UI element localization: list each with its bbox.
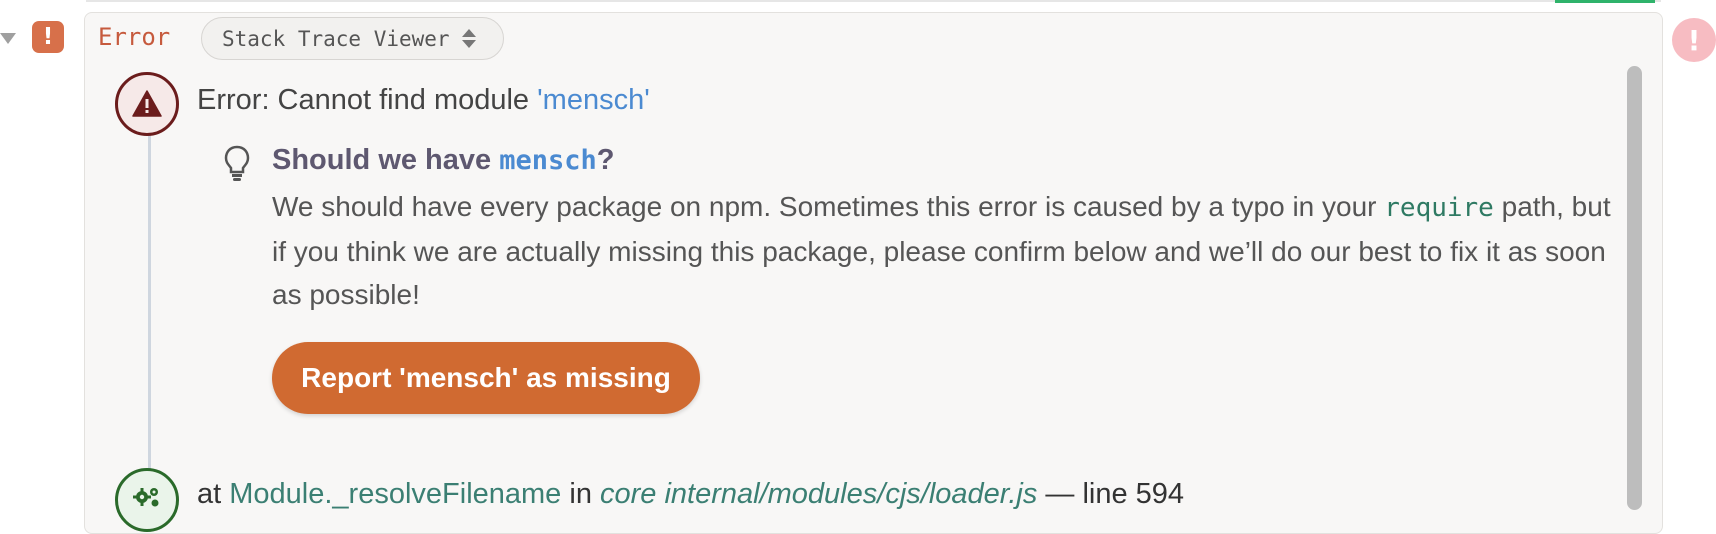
suggestion-title: Should we have mensch? [272, 144, 614, 177]
frame-function-link[interactable]: Module._resolveFilename [229, 478, 561, 510]
frame-line-number: — line 594 [1037, 478, 1185, 510]
frame-file-link[interactable]: core internal/modules/cjs/loader.js [600, 478, 1037, 510]
stack-trace-viewer-select[interactable]: Stack Trace Viewer [201, 17, 504, 60]
stack-timeline [148, 134, 151, 472]
sort-caret-icon [461, 29, 476, 48]
frame-at: at [197, 478, 230, 510]
error-label: Error [98, 23, 171, 51]
suggested-package-name: mensch [499, 145, 597, 176]
suggestion-title-prefix: Should we have [272, 144, 500, 176]
suggestion-title-suffix: ? [596, 144, 615, 176]
panel-scrollbar[interactable] [1627, 66, 1642, 510]
frame-in: in [561, 478, 600, 510]
error-message-prefix: Error: Cannot find module [197, 84, 538, 116]
gears-icon [115, 468, 179, 532]
lightbulb-icon [223, 145, 251, 188]
error-message: Error: Cannot find module 'mensch' [197, 84, 650, 117]
top-success-indicator [1555, 0, 1655, 3]
stack-frame: at Module._resolveFilename in core inter… [197, 478, 1184, 511]
error-module-name: 'mensch' [537, 84, 650, 116]
exclamation-circle-icon[interactable]: ! [1672, 18, 1716, 62]
exclamation-icon: ! [32, 21, 64, 53]
suggestion-body: We should have every package on npm. Som… [272, 185, 1612, 316]
triangle-down-icon[interactable] [0, 33, 16, 44]
require-code: require [1384, 193, 1494, 223]
warning-triangle-icon [115, 72, 179, 136]
report-missing-button[interactable]: Report 'mensch' as missing [272, 342, 700, 414]
suggestion-body-text-1: We should have every package on npm. Som… [272, 191, 1385, 222]
viewer-select-label: Stack Trace Viewer [222, 26, 450, 51]
top-divider [86, 0, 1661, 2]
